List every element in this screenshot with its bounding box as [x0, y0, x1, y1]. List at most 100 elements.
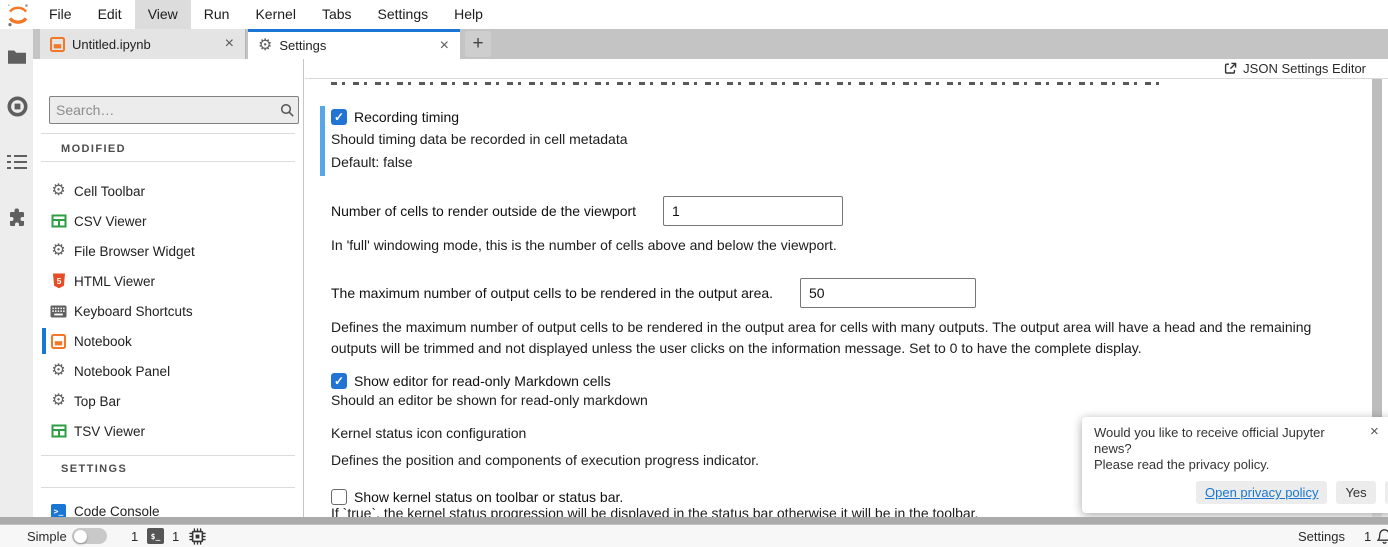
setting-description: In 'full' windowing mode, this is the nu… [331, 237, 837, 254]
tab-untitled-ipynb[interactable]: Untitled.ipynb × [40, 29, 246, 59]
max-outputs-input[interactable] [800, 278, 976, 308]
activity-bar [0, 29, 34, 517]
simple-mode-label: Simple [27, 525, 67, 547]
panel-toolbar: JSON Settings Editor [305, 59, 1388, 79]
new-tab-button[interactable]: + [465, 31, 491, 57]
settings-section-header: SETTINGS [61, 463, 127, 475]
table-of-contents-icon[interactable] [6, 151, 28, 173]
gear-icon: ⚙ [50, 183, 67, 200]
viewport-count-input[interactable] [663, 196, 843, 226]
json-settings-editor-button[interactable]: JSON Settings Editor [1243, 61, 1366, 76]
file-browser-icon[interactable] [6, 45, 28, 67]
kernel-status-toolbar-checkbox[interactable] [331, 489, 347, 505]
sidebar-item-label: File Browser Widget [74, 244, 195, 259]
notification-message: Would you like to receive official Jupyt… [1094, 425, 1346, 457]
terminal-icon[interactable]: $_ [147, 525, 164, 547]
gear-icon: ⚙ [258, 38, 272, 54]
running-kernels-icon[interactable] [6, 95, 28, 117]
tsv-table-icon [50, 423, 67, 440]
external-link-icon [1224, 62, 1237, 75]
sidebar-item-cell-toolbar[interactable]: ⚙ Cell Toolbar [33, 176, 304, 206]
modified-indicator-bar [320, 106, 325, 176]
search-icon [276, 103, 298, 118]
setting-description: Should an editor be shown for read-only … [331, 392, 648, 409]
menu-help[interactable]: Help [441, 0, 496, 29]
setting-description: Should timing data be recorded in cell m… [331, 131, 628, 148]
recording-timing-checkbox[interactable] [331, 109, 347, 125]
notifications-count[interactable]: 1 [1364, 525, 1371, 547]
modified-section-header: MODIFIED [61, 143, 126, 155]
sidebar-item-code-console[interactable]: >_ Code Console [33, 496, 304, 517]
markdown-editor-checkbox[interactable] [331, 373, 347, 389]
menu-settings[interactable]: Settings [365, 0, 442, 29]
sidebar-item-label: Keyboard Shortcuts [74, 304, 193, 319]
workspace-frame-band [0, 517, 1388, 524]
terminals-count[interactable]: 1 [131, 525, 138, 547]
notification-actions: Open privacy policy Yes No [1196, 481, 1388, 504]
clipped-text-line [331, 82, 1161, 85]
menu-kernel[interactable]: Kernel [242, 0, 308, 29]
menu-run[interactable]: Run [191, 0, 243, 29]
open-privacy-policy-button[interactable]: Open privacy policy [1196, 481, 1327, 504]
settings-sidebar: MODIFIED ⚙ Cell Toolbar CSV Viewer ⚙ Fil… [33, 59, 304, 517]
simple-mode-toggle[interactable] [72, 525, 107, 547]
menu-edit[interactable]: Edit [85, 0, 135, 29]
sidebar-item-notebook[interactable]: Notebook [33, 326, 304, 356]
close-icon[interactable]: × [222, 36, 237, 52]
close-icon[interactable]: × [437, 38, 452, 54]
setting-kernel-status-toolbar: Show kernel status on toolbar or status … [331, 487, 623, 507]
kernel-chip-icon[interactable] [189, 525, 206, 547]
notebook-icon [50, 333, 67, 350]
vertical-scrollbar-thumb[interactable] [1372, 79, 1382, 431]
divider [41, 133, 295, 134]
yes-button[interactable]: Yes [1336, 481, 1375, 504]
gear-icon: ⚙ [50, 393, 67, 410]
sidebar-item-label: Code Console [74, 504, 160, 518]
tab-label: Untitled.ipynb [72, 37, 215, 52]
setting-description: Defines the maximum number of output cel… [331, 317, 1347, 359]
divider [41, 161, 295, 162]
sidebar-item-html-viewer[interactable]: 5 HTML Viewer [33, 266, 304, 296]
extension-manager-icon[interactable] [6, 206, 28, 228]
setting-kernel-status-label: Kernel status icon configuration [331, 425, 526, 442]
menu-view[interactable]: View [135, 0, 191, 29]
bell-icon[interactable] [1377, 525, 1388, 547]
setting-recording-timing: Recording timing [331, 107, 459, 127]
setting-viewport-label: Number of cells to render outside de the… [331, 196, 636, 226]
menu-file[interactable]: File [36, 0, 85, 29]
gear-icon: ⚙ [50, 243, 67, 260]
sidebar-item-label: HTML Viewer [74, 274, 155, 289]
tab-bar: Untitled.ipynb × ⚙ Settings × + [33, 29, 1388, 59]
tab-settings[interactable]: ⚙ Settings × [248, 29, 460, 59]
sidebar-item-label: TSV Viewer [74, 424, 145, 439]
svg-text:5: 5 [56, 276, 61, 286]
sidebar-item-tsv-viewer[interactable]: TSV Viewer [33, 416, 304, 446]
sidebar-item-notebook-panel[interactable]: ⚙ Notebook Panel [33, 356, 304, 386]
html5-icon: 5 [50, 273, 67, 290]
menu-bar: File Edit View Run Kernel Tabs Settings … [0, 0, 1388, 29]
notification-toast: Would you like to receive official Jupyt… [1082, 417, 1388, 513]
kernels-count[interactable]: 1 [172, 525, 179, 547]
gear-icon: ⚙ [50, 363, 67, 380]
setting-max-outputs-label: The maximum number of output cells to be… [331, 278, 773, 308]
keyboard-icon [50, 303, 67, 320]
setting-label: Show kernel status on toolbar or status … [354, 489, 623, 505]
setting-description: Defines the position and components of e… [331, 452, 759, 469]
divider [41, 487, 295, 488]
sidebar-item-top-bar[interactable]: ⚙ Top Bar [33, 386, 304, 416]
close-icon[interactable]: × [1370, 423, 1379, 440]
setting-markdown-editor: Show editor for read-only Markdown cells [331, 371, 611, 391]
settings-status-item[interactable]: Settings [1298, 525, 1345, 547]
menu-tabs[interactable]: Tabs [309, 0, 365, 29]
setting-label: Recording timing [354, 109, 459, 125]
tab-label: Settings [279, 38, 429, 53]
notification-privacy-text: Please read the privacy policy. [1094, 457, 1346, 473]
setting-default-value: Default: false [331, 154, 413, 171]
jupyterlab-window: File Edit View Run Kernel Tabs Settings … [0, 0, 1388, 547]
search-input[interactable] [50, 102, 276, 118]
status-bar: Simple 1 $_ 1 Settings 1 [0, 524, 1388, 547]
sidebar-item-keyboard-shortcuts[interactable]: Keyboard Shortcuts [33, 296, 304, 326]
sidebar-item-csv-viewer[interactable]: CSV Viewer [33, 206, 304, 236]
sidebar-item-file-browser-widget[interactable]: ⚙ File Browser Widget [33, 236, 304, 266]
setting-label: Show editor for read-only Markdown cells [354, 373, 611, 389]
